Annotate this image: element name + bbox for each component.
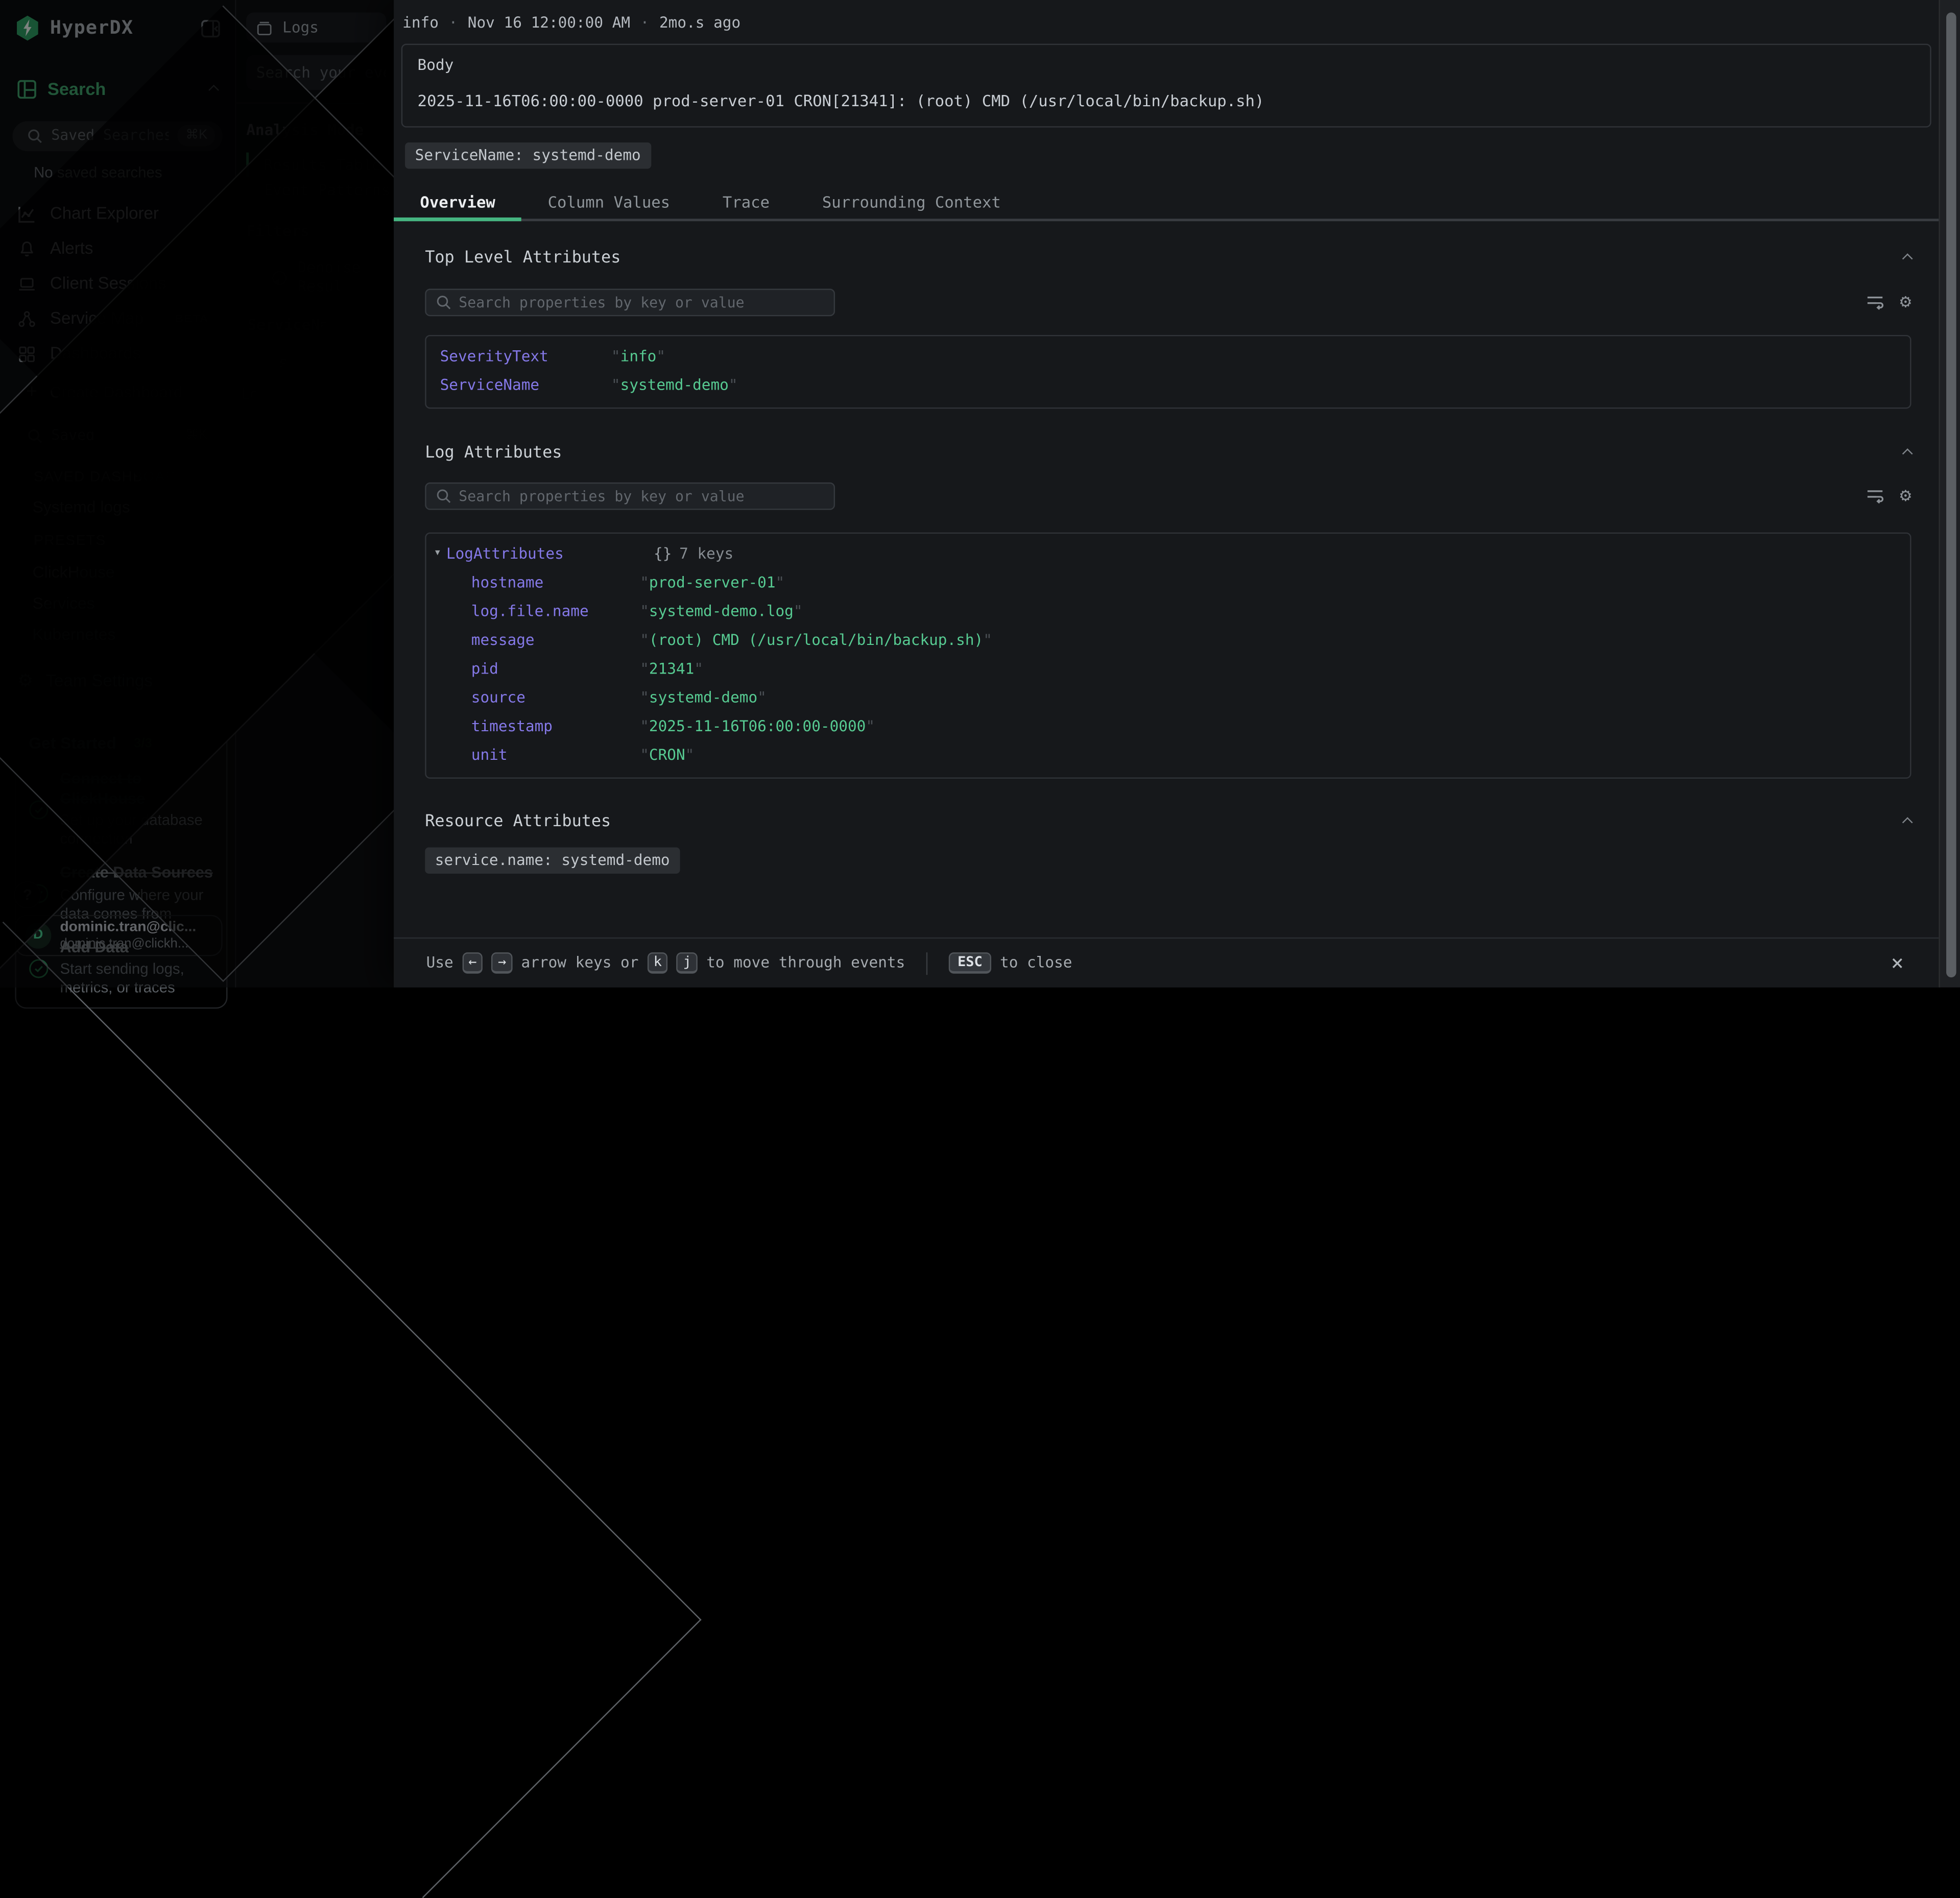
toolbar-icons: ⚙: [1866, 484, 1911, 508]
search-icon: [436, 294, 451, 309]
event-tags: ServiceName: systemd-demo: [405, 142, 1939, 168]
chevron-right-icon: [0, 922, 702, 1898]
top-level-toolbar: ⚙: [425, 288, 1911, 316]
modal-dim-overlay: [0, 0, 394, 988]
key-count: 7 keys: [679, 545, 733, 564]
service-name-tag[interactable]: service.name: systemd-demo: [425, 848, 680, 874]
overview-panel: Top Level Attributes ⚙: [394, 249, 1939, 874]
attribute-key[interactable]: timestamp: [471, 717, 640, 736]
collapse-section-icon[interactable]: [1902, 448, 1913, 459]
section-title: Resource Attributes: [425, 812, 611, 832]
attribute-row: SeverityText info: [426, 342, 1910, 370]
j-key[interactable]: j: [677, 952, 698, 974]
attribute-value[interactable]: 21341: [640, 660, 703, 679]
attribute-value[interactable]: (root) CMD (/usr/local/bin/backup.sh): [640, 631, 992, 650]
attribute-value[interactable]: systemd-demo: [640, 688, 767, 707]
log-attributes-header: Log Attributes: [425, 443, 1911, 464]
section-title: Log Attributes: [425, 443, 562, 464]
attribute-key[interactable]: hostname: [471, 573, 640, 592]
attribute-row: unit CRON: [426, 741, 1910, 770]
braces-icon: {}: [654, 545, 672, 564]
event-timestamp: Nov 16 12:00:00 AM: [468, 14, 630, 33]
event-age: 2mo.s ago: [659, 14, 740, 33]
arrow-right-key[interactable]: →: [492, 952, 513, 974]
resource-tags: service.name: systemd-demo: [425, 848, 1911, 874]
footer-text: to close: [1000, 954, 1072, 973]
k-key[interactable]: k: [648, 952, 668, 974]
logattributes-root-row[interactable]: ▾ LogAttributes {} 7 keys: [426, 540, 1910, 568]
wrap-lines-icon[interactable]: [1866, 294, 1883, 309]
divider: [926, 952, 927, 974]
attribute-key[interactable]: source: [471, 688, 640, 707]
gear-icon[interactable]: ⚙: [1900, 290, 1911, 314]
triangle-down-icon[interactable]: ▾: [434, 546, 441, 562]
attribute-key[interactable]: ServiceName: [440, 376, 611, 395]
attribute-key[interactable]: pid: [471, 660, 640, 679]
dot-separator: ·: [448, 14, 458, 33]
attribute-row: message (root) CMD (/usr/local/bin/backu…: [426, 626, 1910, 655]
servicename-tag[interactable]: ServiceName: systemd-demo: [405, 142, 651, 168]
top-level-attributes-header: Top Level Attributes: [425, 249, 1911, 270]
collapse-section-icon[interactable]: [1902, 817, 1913, 828]
body-label: Body: [418, 56, 1915, 75]
attribute-row: timestamp 2025-11-16T06:00:00-0000: [426, 712, 1910, 741]
attribute-value[interactable]: 2025-11-16T06:00:00-0000: [640, 717, 875, 736]
dot-separator: ·: [640, 14, 650, 33]
event-header: info · Nov 16 12:00:00 AM · 2mo.s ago: [394, 0, 1939, 33]
tab-surrounding-context[interactable]: Surrounding Context: [796, 184, 1027, 222]
attribute-row: log.file.name systemd-demo.log: [426, 597, 1910, 626]
wrap-lines-icon[interactable]: [1866, 488, 1883, 503]
gear-icon[interactable]: ⚙: [1900, 484, 1911, 508]
attribute-value[interactable]: systemd-demo.log: [640, 602, 802, 621]
tab-column-values[interactable]: Column Values: [521, 184, 696, 222]
resource-attributes-header: Resource Attributes: [425, 812, 1911, 832]
tab-overview[interactable]: Overview: [394, 184, 521, 222]
attribute-row: ServiceName systemd-demo: [426, 371, 1910, 399]
close-icon[interactable]: ×: [1891, 954, 1904, 975]
search-icon: [436, 488, 451, 503]
tab-trace[interactable]: Trace: [697, 184, 796, 222]
attribute-key[interactable]: log.file.name: [471, 602, 640, 621]
properties-search-input[interactable]: [459, 487, 824, 504]
drawer-footer: Use ← → arrow keys or k j to move throug…: [394, 938, 1939, 988]
app-root: HyperDX Search Saved Searches ⌘K No save…: [0, 0, 1960, 988]
section-title: Top Level Attributes: [425, 249, 620, 270]
scrollbar-thumb[interactable]: [1946, 12, 1956, 977]
log-attributes-toolbar: ⚙: [425, 482, 1911, 510]
drawer-tabs: Overview Column Values Trace Surrounding…: [394, 184, 1939, 222]
footer-text: arrow keys or: [521, 954, 639, 973]
attribute-key[interactable]: LogAttributes: [446, 545, 564, 564]
collapse-section-icon[interactable]: [1902, 254, 1913, 265]
severity-label: info: [402, 14, 439, 33]
log-attributes-table: ▾ LogAttributes {} 7 keys hostname prod-…: [425, 532, 1911, 778]
attribute-row: hostname prod-server-01: [426, 568, 1910, 597]
body-card: Body 2025-11-16T06:00:00-0000 prod-serve…: [401, 44, 1931, 127]
toolbar-icons: ⚙: [1866, 290, 1911, 314]
attribute-key[interactable]: message: [471, 631, 640, 650]
attribute-value[interactable]: prod-server-01: [640, 573, 784, 592]
properties-search[interactable]: [425, 482, 835, 510]
footer-text: Use: [426, 954, 453, 973]
attribute-row: source systemd-demo: [426, 683, 1910, 712]
properties-search[interactable]: [425, 288, 835, 316]
attribute-key[interactable]: unit: [471, 746, 640, 765]
attribute-row: pid 21341: [426, 655, 1910, 683]
scrollbar-track: [1939, 0, 1960, 988]
footer-text: to move through events: [706, 954, 905, 973]
esc-key[interactable]: ESC: [949, 952, 991, 974]
arrow-left-key[interactable]: ←: [462, 952, 483, 974]
body-text[interactable]: 2025-11-16T06:00:00-0000 prod-server-01 …: [418, 91, 1915, 111]
attribute-value[interactable]: systemd-demo: [611, 376, 738, 395]
event-details-drawer: info · Nov 16 12:00:00 AM · 2mo.s ago Bo…: [394, 0, 1939, 988]
attribute-value[interactable]: info: [611, 347, 665, 366]
top-level-attributes-table: SeverityText info ServiceName systemd-de…: [425, 334, 1911, 408]
attribute-key[interactable]: SeverityText: [440, 347, 611, 366]
attribute-value[interactable]: CRON: [640, 746, 694, 765]
properties-search-input[interactable]: [459, 293, 824, 310]
